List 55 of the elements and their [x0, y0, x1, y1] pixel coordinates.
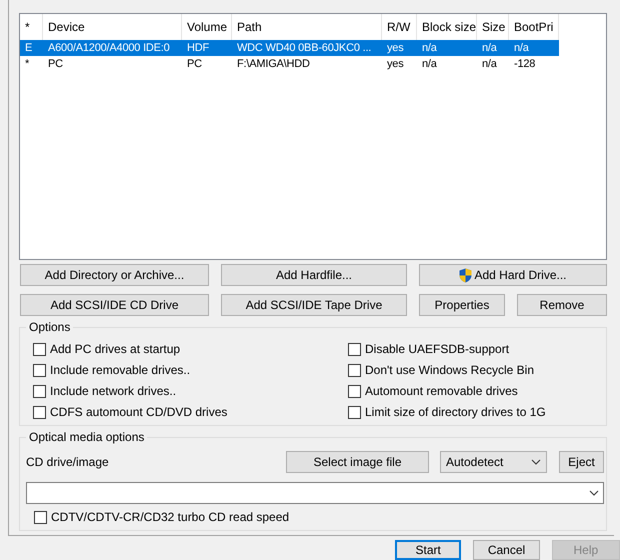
- checkbox-label: Include network drives..: [50, 384, 176, 398]
- checkbox[interactable]: [348, 342, 361, 356]
- drive-button[interactable]: Add Directory or Archive...: [20, 264, 209, 286]
- drive-row[interactable]: * PC PC F:\AMIGA\HDD yes n/a n/a -128: [20, 56, 559, 72]
- checkbox[interactable]: [348, 406, 361, 418]
- field-label: CD drive/image: [26, 455, 110, 469]
- drive-button[interactable]: Add Hardfile...: [221, 264, 407, 286]
- select-image-button[interactable]: Select image file: [286, 451, 429, 473]
- checkbox-label: CDFS automount CD/DVD drives: [50, 405, 228, 419]
- mode-dropdown[interactable]: Autodetect: [440, 451, 547, 473]
- table-cell-text: A600/A1200/A4000 IDE:0: [47, 42, 171, 54]
- drive-button[interactable]: Properties: [419, 294, 505, 316]
- table-cell-text: n/a: [513, 42, 530, 54]
- table-cell-text: PC: [186, 58, 203, 70]
- group-title: Optical media options: [26, 430, 148, 444]
- dialog-button[interactable]: Start: [395, 540, 462, 560]
- checkbox-label: Include removable drives..: [50, 363, 190, 377]
- checkbox-label: Add PC drives at startup: [50, 342, 180, 356]
- table-cell-text: F:\AMIGA\HDD: [236, 58, 311, 70]
- checkbox[interactable]: [33, 364, 46, 376]
- eject-button[interactable]: Eject: [559, 451, 604, 473]
- drive-button[interactable]: Add Hard Drive...: [419, 264, 607, 286]
- checkbox[interactable]: [348, 364, 361, 376]
- table-cell-text: yes: [386, 58, 405, 70]
- table-cell-text: n/a: [481, 42, 498, 54]
- drive-button[interactable]: Add SCSI/IDE Tape Drive: [221, 294, 407, 316]
- dialog-button[interactable]: Cancel: [473, 540, 540, 560]
- checkbox-label: CDTV/CDTV-CR/CD32 turbo CD read speed: [51, 510, 290, 524]
- table-cell-text: HDF: [186, 42, 210, 54]
- shield-icon: [459, 268, 472, 282]
- group-title: Options: [26, 320, 74, 334]
- caret-icon: [589, 490, 599, 496]
- table-cell-text: n/a: [421, 42, 438, 54]
- table-cell-text: -128: [513, 58, 536, 70]
- table-cell-text: PC: [47, 58, 64, 70]
- table-cell-text: *: [24, 58, 30, 70]
- checkbox[interactable]: [33, 406, 46, 418]
- table-cell-text: yes: [386, 42, 405, 54]
- checkbox[interactable]: [34, 510, 47, 524]
- table-cell-text: E: [24, 42, 34, 54]
- drive-row[interactable]: E A600/A1200/A4000 IDE:0 HDF WDC WD40 0BB-60JKC0 ... yes n/a n/a n/a: [20, 40, 559, 56]
- checkbox[interactable]: [348, 384, 361, 398]
- checkbox-label: Don't use Windows Recycle Bin: [365, 363, 534, 377]
- table-cell-text: n/a: [421, 58, 438, 70]
- drive-button[interactable]: Add SCSI/IDE CD Drive: [20, 294, 209, 316]
- table-cell-text: WDC WD40 0BB-60JKC0 ...: [236, 42, 372, 54]
- cd-image-combo[interactable]: [26, 482, 604, 504]
- checkbox-label: Automount removable drives: [365, 384, 518, 398]
- checkbox[interactable]: [33, 384, 46, 398]
- table-cell-text: n/a: [481, 58, 498, 70]
- checkbox[interactable]: [33, 342, 46, 356]
- checkbox-label: Limit size of directory drives to 1G: [365, 405, 546, 419]
- caret-icon: [531, 459, 541, 465]
- checkbox-label: Disable UAEFSDB-support: [365, 342, 510, 356]
- drive-button[interactable]: Remove: [517, 294, 607, 316]
